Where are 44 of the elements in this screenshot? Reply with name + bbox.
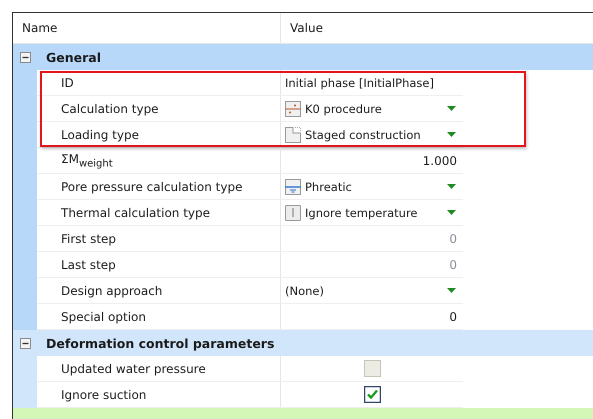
stage-icon <box>285 126 301 142</box>
group-title: General <box>45 50 101 64</box>
dropdown[interactable]: Ignore temperature <box>285 204 459 220</box>
dropdown[interactable]: (None) <box>285 284 459 298</box>
checkbox[interactable] <box>364 386 380 403</box>
property-value[interactable]: Initial phase [InitialPhase] <box>285 76 434 90</box>
property-name: Special option <box>61 310 146 324</box>
collapse-icon[interactable] <box>20 338 30 348</box>
property-name: First step <box>61 232 116 246</box>
dropdown-value: K0 procedure <box>305 102 383 116</box>
dropdown-value: Phreatic <box>305 180 353 194</box>
number-field[interactable]: 1.000 <box>422 154 457 168</box>
layers-icon <box>285 100 301 116</box>
dropdown[interactable]: Staged construction <box>285 126 459 142</box>
property-name: Design approach <box>61 284 162 298</box>
dropdown[interactable]: K0 procedure <box>285 100 459 116</box>
property-name: ID <box>61 76 74 90</box>
group-header[interactable]: General <box>13 44 593 70</box>
caret-icon[interactable] <box>447 288 456 294</box>
column-header[interactable]: Name <box>13 13 280 43</box>
dropdown[interactable]: Phreatic <box>285 178 459 194</box>
caret-icon[interactable] <box>447 132 456 138</box>
dropdown-value: (None) <box>285 284 325 298</box>
caret-icon[interactable] <box>447 184 456 190</box>
property-name: Loading type <box>61 128 139 142</box>
group-header[interactable]: Deformation control parameters <box>13 330 593 356</box>
property-name: ΣM$_{weight}$ <box>61 152 113 170</box>
caret-icon[interactable] <box>447 106 456 112</box>
group-gutter <box>13 356 37 408</box>
collapse-icon[interactable] <box>20 52 30 62</box>
group-title: Deformation control parameters <box>45 336 274 350</box>
property-name: Thermal calculation type <box>61 206 210 220</box>
property-name: Calculation type <box>61 102 159 116</box>
dropdown-value: Ignore temperature <box>305 206 419 220</box>
water-level-icon <box>285 178 301 194</box>
property-name: Pore pressure calculation type <box>61 180 242 194</box>
property-name: Last step <box>61 258 116 272</box>
column-header[interactable]: Value <box>280 13 463 43</box>
caret-icon[interactable] <box>447 210 456 216</box>
property-name: Updated water pressure <box>61 362 206 376</box>
thermometer-icon <box>285 204 301 220</box>
number-field[interactable]: 0 <box>449 310 457 324</box>
dropdown-value: Staged construction <box>305 128 422 142</box>
property-name: Ignore suction <box>61 388 146 402</box>
